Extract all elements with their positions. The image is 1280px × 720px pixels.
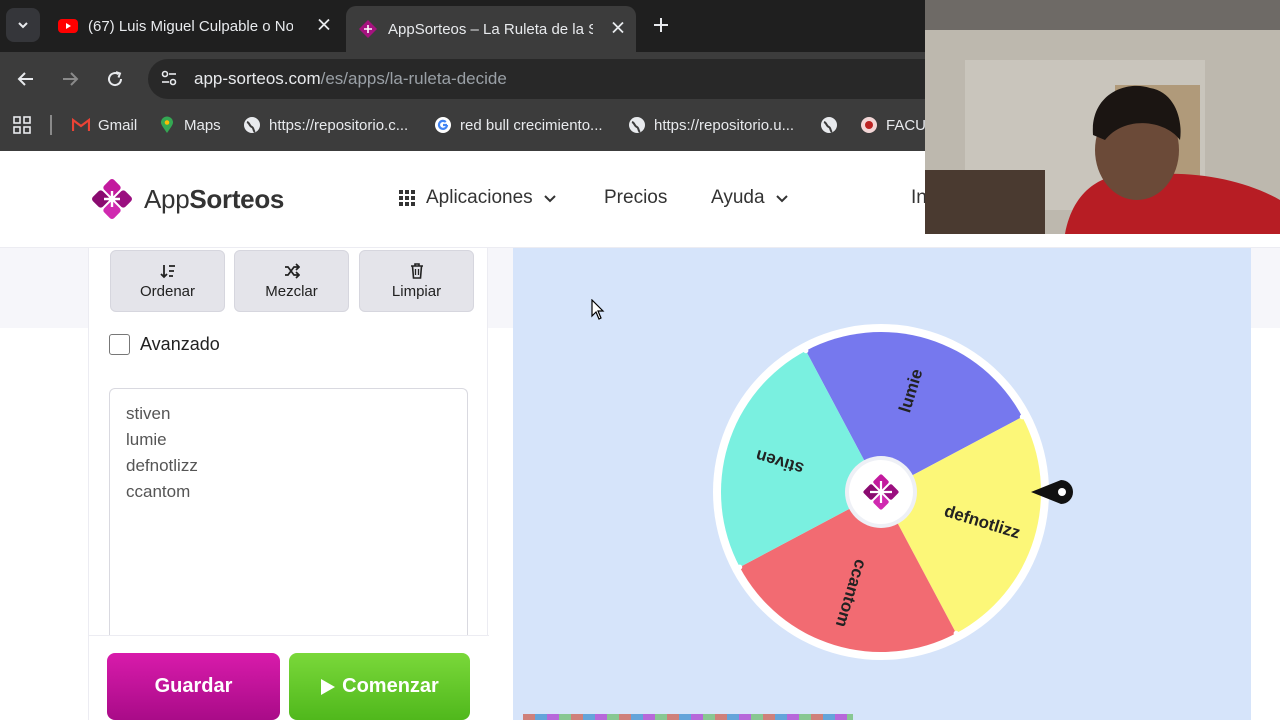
entry-line: lumie [126,430,167,449]
nav-label: Aplicaciones [426,187,533,208]
entry-line: ccantom [126,482,191,501]
wheel-peg [737,564,743,570]
grid-icon [13,116,31,134]
brand-name: AppSorteos [144,183,285,214]
start-button[interactable]: Comenzar [289,653,470,720]
globe-icon [820,116,838,134]
maps-pin-icon [158,116,176,134]
play-icon [321,678,336,695]
new-tab-button[interactable] [648,12,674,38]
url-path: /es/apps/la-ruleta-decide [320,69,507,88]
bookmark-repositorio-c[interactable]: https://repositorio.c... [243,107,408,143]
wheel-area: lumie defnotlizz ccantom stiven [513,248,1251,720]
chevron-down-icon [543,195,556,203]
youtube-icon [58,19,78,33]
webcam-overlay [925,0,1280,234]
chevron-down-icon [18,22,28,29]
gmail-icon [72,116,90,134]
trash-icon [410,262,424,280]
save-button[interactable]: Guardar [107,653,280,720]
appsorteos-icon [359,20,377,38]
sort-icon [159,262,176,280]
arrow-left-icon [17,72,33,86]
forward-button[interactable] [56,65,84,93]
url-text: app-sorteos.com/es/apps/la-ruleta-decide [194,69,507,89]
bookmark-globe[interactable] [820,107,846,143]
bookmark-red-bull[interactable]: red bull crecimiento... [434,107,603,143]
reload-icon [108,71,123,87]
appsorteos-logo-icon [92,179,132,219]
theme-thumbnails[interactable] [523,714,853,720]
bookmark-maps[interactable]: Maps [158,107,221,143]
address-bar[interactable]: app-sorteos.com/es/apps/la-ruleta-decide [148,59,948,99]
bookmark-separator [50,115,52,135]
bookmark-facu[interactable]: FACU [860,107,926,143]
chevron-down-icon [775,195,788,203]
university-seal-icon [860,116,878,134]
entry-line: defnotlizz [126,456,198,475]
globe-icon [243,116,261,134]
tab-search-button[interactable] [6,8,40,42]
entry-line: stiven [126,404,171,423]
wheel-svg[interactable]: lumiedefnotlizzccantomstiven [513,248,1251,720]
entries-panel: Ordenar Mezclar Limpiar Avanzado stiven … [88,248,489,720]
globe-icon [628,116,646,134]
appsorteos-logo[interactable]: AppSorteos [88,175,284,223]
close-tab-icon[interactable] [318,18,330,35]
wheel-peg [803,348,809,354]
nav-aplicaciones[interactable]: Aplicaciones [398,187,557,209]
entries-textarea[interactable]: stiven lumie defnotlizz ccantom [109,388,468,638]
shuffle-button[interactable]: Mezclar [234,250,349,312]
tab-title: AppSorteos – La Ruleta de la Suerte [388,20,593,38]
sort-button[interactable]: Ordenar [110,250,225,312]
close-tab-icon[interactable] [612,21,624,38]
apps-grid-button[interactable] [12,107,32,143]
google-icon [434,116,452,134]
tab-title: (67) Luis Miguel Culpable o No [88,17,293,35]
bookmark-repositorio-u[interactable]: https://repositorio.u... [628,107,794,143]
bookmark-gmail[interactable]: Gmail [72,107,137,143]
reload-button[interactable] [101,65,129,93]
clear-button[interactable]: Limpiar [359,250,474,312]
url-host: app-sorteos.com [194,69,321,88]
nav-precios[interactable]: Precios [604,187,667,209]
plus-icon [654,18,668,32]
site-info-icon[interactable] [160,69,178,92]
advanced-toggle[interactable]: Avanzado [109,334,220,355]
wheel-peg [1019,414,1025,420]
webcam-feed-image [925,0,1280,234]
grid-dots-icon [399,190,415,206]
nav-ayuda[interactable]: Ayuda [711,187,789,209]
advanced-label: Avanzado [140,334,220,354]
tab-appsorteos[interactable]: AppSorteos – La Ruleta de la Suerte [346,6,636,52]
mouse-cursor-icon [591,299,605,320]
arrow-right-icon [63,72,79,86]
back-button[interactable] [12,65,40,93]
tab-youtube[interactable]: (67) Luis Miguel Culpable o No [46,4,342,48]
wheel-peg [953,630,959,636]
advanced-checkbox[interactable] [109,334,130,355]
shuffle-icon [284,262,300,280]
